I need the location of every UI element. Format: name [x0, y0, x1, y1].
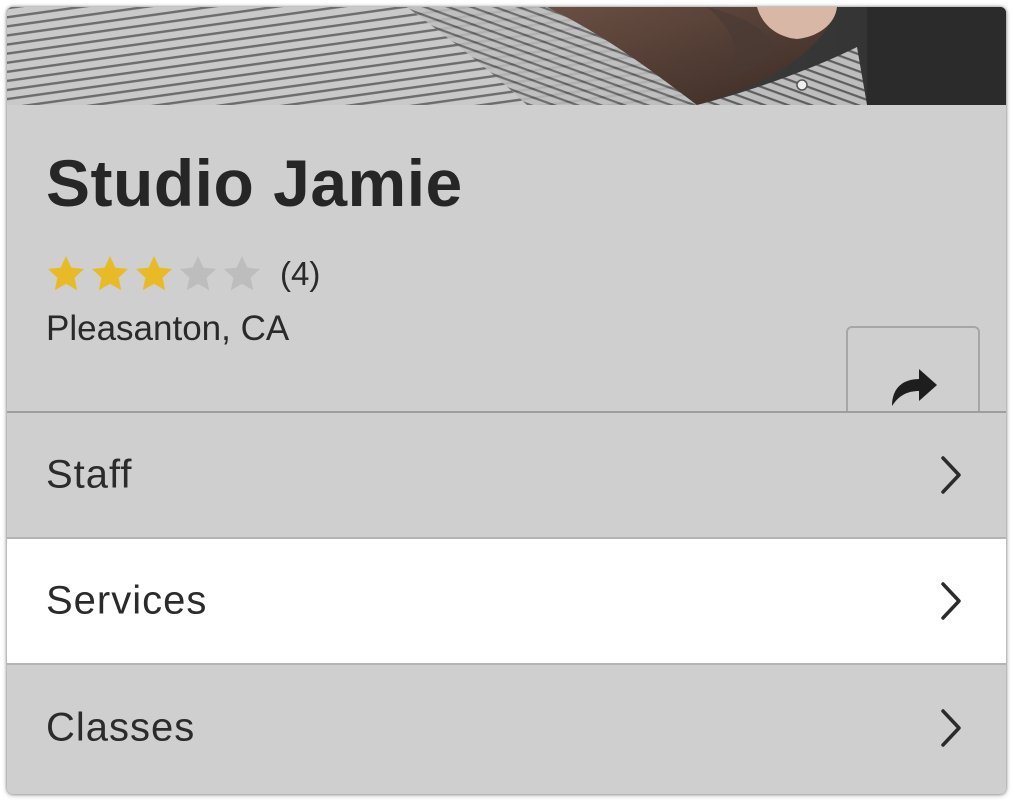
star-rating: [46, 255, 266, 293]
star-icon: [134, 255, 174, 293]
business-header: Studio Jamie (4) Pleasanton, CA: [7, 105, 1006, 445]
business-name: Studio Jamie: [46, 146, 463, 220]
menu-item-staff[interactable]: Staff: [7, 413, 1006, 539]
rating-row: (4): [46, 255, 320, 293]
menu-item-services[interactable]: Services: [7, 539, 1006, 665]
chevron-right-icon: [939, 581, 963, 621]
business-menu: Staff Services Classes: [7, 413, 1006, 791]
star-icon: [90, 255, 130, 293]
menu-item-classes[interactable]: Classes: [7, 665, 1006, 791]
chevron-right-icon: [939, 455, 963, 495]
share-arrow-icon: [886, 363, 940, 409]
star-icon: [178, 255, 218, 293]
menu-item-label: Services: [46, 578, 208, 623]
chevron-right-icon: [939, 708, 963, 748]
menu-item-label: Classes: [46, 705, 196, 750]
business-profile-card: Studio Jamie (4) Pleasanton, CA Staff Se…: [7, 7, 1006, 794]
cover-photo: [7, 7, 1006, 105]
star-icon: [222, 255, 262, 293]
star-icon: [46, 255, 86, 293]
review-count[interactable]: (4): [280, 255, 320, 293]
menu-item-label: Staff: [46, 452, 133, 497]
business-location: Pleasanton, CA: [46, 309, 290, 348]
